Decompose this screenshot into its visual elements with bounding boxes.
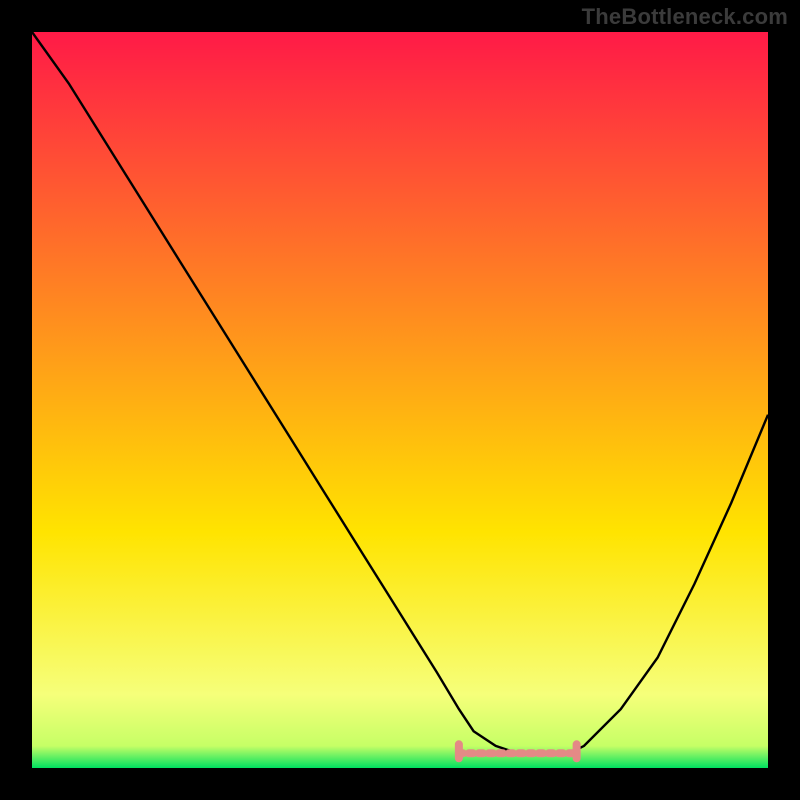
plot-area: [32, 32, 768, 768]
watermark-text: TheBottleneck.com: [582, 4, 788, 30]
chart-svg: [32, 32, 768, 768]
chart-frame: TheBottleneck.com: [0, 0, 800, 800]
